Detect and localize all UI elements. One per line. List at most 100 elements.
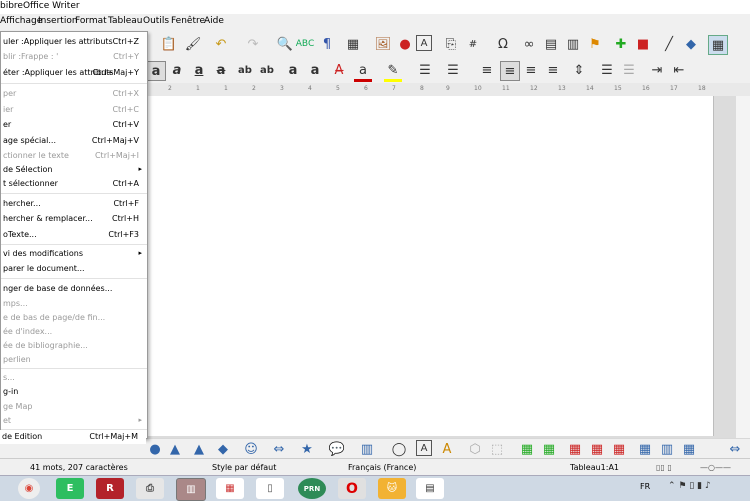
menu-item-edit-mode-row[interactable]: de Edition Ctrl+Maj+M bbox=[0, 430, 146, 444]
scanner-icon[interactable]: ⎙ bbox=[136, 478, 164, 499]
table-insert-cols-icon[interactable]: ▦ bbox=[540, 440, 558, 458]
decrease-paragraph-spacing-icon[interactable]: ☰ bbox=[620, 61, 638, 79]
font-color-icon[interactable]: a bbox=[354, 61, 372, 82]
subscript-icon[interactable]: ab bbox=[258, 61, 276, 79]
menu-item-autotext[interactable]: oTexte... Ctrl+F3 bbox=[1, 227, 147, 242]
menu-item-find-replace[interactable]: hercher & remplacer... Ctrl+H bbox=[1, 211, 147, 226]
system-tray-icon[interactable]: ⌃ ⚑ ▯ ▮ ♪ bbox=[668, 481, 711, 491]
menu-item-footnote[interactable]: e de bas de page/de fin... bbox=[1, 310, 147, 325]
clone-format-icon[interactable]: 🖌 bbox=[184, 35, 202, 53]
menu-item-select-all[interactable]: t sélectionner Ctrl+A bbox=[1, 176, 147, 191]
diamond-icon[interactable]: ◆ bbox=[214, 440, 232, 458]
menu-item-track-changes[interactable]: vi des modifications ▸ bbox=[1, 246, 147, 261]
insert-table-icon[interactable]: ▦ bbox=[344, 35, 362, 53]
smiley-icon[interactable]: ☺ bbox=[242, 440, 260, 458]
basic-shapes-icon[interactable]: ◆ bbox=[682, 35, 700, 53]
menu-item-plugin[interactable]: g-in bbox=[1, 384, 147, 399]
menu-outils[interactable]: Outils bbox=[143, 16, 169, 26]
writer-taskbar-icon[interactable]: ▤ bbox=[416, 478, 444, 499]
menu-item-object[interactable]: et ▸ bbox=[1, 413, 147, 428]
bullet-list-icon[interactable]: ☰ bbox=[416, 61, 434, 79]
table-properties-icon[interactable]: ⇔ bbox=[726, 440, 744, 458]
fontwork-icon[interactable]: A bbox=[438, 440, 456, 458]
arrow-shapes-icon[interactable]: ⇔ bbox=[270, 440, 288, 458]
input-language[interactable]: FR bbox=[640, 482, 650, 491]
align-left-icon[interactable]: ≡ bbox=[478, 61, 496, 79]
align-right-icon[interactable]: ≡ bbox=[522, 61, 540, 79]
insert-hyperlink-icon[interactable]: ∞ bbox=[520, 35, 538, 53]
bold-icon[interactable]: a bbox=[146, 61, 166, 81]
track-changes-icon[interactable]: ■ bbox=[634, 35, 652, 53]
grid-app-icon[interactable]: ▦ bbox=[216, 478, 244, 499]
flowchart-icon[interactable]: ▥ bbox=[358, 440, 376, 458]
menu-item-exchange-database[interactable]: nger de base de données... bbox=[1, 281, 147, 296]
menu-aide[interactable]: Aide bbox=[204, 16, 224, 26]
menu-item-copy[interactable]: ier Ctrl+C bbox=[1, 102, 147, 117]
callout-icon[interactable]: 💬 bbox=[328, 440, 346, 458]
points-icon[interactable]: ⬡ bbox=[466, 440, 484, 458]
star-icon[interactable]: ★ bbox=[298, 440, 316, 458]
underline-icon[interactable]: a bbox=[190, 61, 208, 79]
table-delete-rows-icon[interactable]: ▦ bbox=[566, 440, 584, 458]
menu-insertion[interactable]: Insertion bbox=[38, 16, 78, 26]
menu-item-paste-special[interactable]: age spécial... Ctrl+Maj+V bbox=[1, 133, 147, 148]
menu-item-index-entry[interactable]: ée d'index... bbox=[1, 324, 147, 339]
table-split-icon[interactable]: ▥ bbox=[658, 440, 676, 458]
insert-field-icon[interactable]: # bbox=[464, 35, 482, 53]
prn-icon[interactable]: PRN bbox=[298, 478, 326, 499]
numbered-list-icon[interactable]: ☰ bbox=[444, 61, 462, 79]
evernote-icon[interactable]: E bbox=[56, 478, 84, 499]
formatting-marks-icon[interactable]: ¶ bbox=[318, 35, 336, 53]
zoom-slider[interactable]: —○—— bbox=[700, 463, 731, 472]
increase-paragraph-spacing-icon[interactable]: ☰ bbox=[598, 61, 616, 79]
insert-endnote-icon[interactable]: ▥ bbox=[564, 35, 582, 53]
menu-item-fields[interactable]: mps... bbox=[1, 296, 147, 311]
menu-fenetre[interactable]: Fenêtre bbox=[171, 16, 205, 26]
opera-icon[interactable]: O bbox=[338, 478, 366, 499]
vertical-scrollbar[interactable] bbox=[736, 96, 750, 438]
insert-footnote-icon[interactable]: ▤ bbox=[542, 35, 560, 53]
menu-item-restore[interactable]: blir :Frappe : ' Ctrl+Y bbox=[1, 49, 147, 64]
shape-icon[interactable]: ▲ bbox=[190, 440, 208, 458]
menu-item-selection-mode[interactable]: de Sélection ▸ bbox=[1, 162, 147, 177]
insert-textbox-icon[interactable]: A bbox=[416, 35, 432, 51]
paste-icon[interactable]: 📋 bbox=[160, 35, 178, 53]
r-app-icon[interactable]: R bbox=[96, 478, 124, 499]
spelling-icon[interactable]: ABC bbox=[296, 35, 314, 53]
table-merge-icon[interactable]: ▦ bbox=[636, 440, 654, 458]
shadow-icon[interactable]: a bbox=[284, 61, 302, 79]
outline-icon[interactable]: a bbox=[306, 61, 324, 79]
page-style[interactable]: Style par défaut bbox=[212, 463, 276, 472]
draw-textbox-icon[interactable]: A bbox=[416, 440, 432, 456]
undo-icon[interactable]: ↶ bbox=[212, 35, 230, 53]
clear-formatting-icon[interactable]: A̶ bbox=[330, 61, 348, 79]
language-status[interactable]: Français (France) bbox=[348, 463, 416, 472]
table-insert-rows-icon[interactable]: ▦ bbox=[518, 440, 536, 458]
menu-affichage[interactable]: Affichage bbox=[0, 16, 42, 26]
insert-image-icon[interactable]: 🖼 bbox=[374, 35, 392, 53]
special-character-icon[interactable]: Ω bbox=[494, 35, 512, 53]
italic-icon[interactable]: a bbox=[168, 61, 186, 79]
highlight-icon[interactable]: ✎ bbox=[384, 61, 402, 82]
menu-item-links[interactable]: s... bbox=[1, 370, 147, 385]
table-optimize-icon[interactable]: ▦ bbox=[680, 440, 698, 458]
menu-item-bibliography-entry[interactable]: ée de bibliographie... bbox=[1, 338, 147, 353]
justify-icon[interactable]: ≡ bbox=[544, 61, 562, 79]
triangle-icon[interactable]: ▲ bbox=[166, 440, 184, 458]
insert-page-break-icon[interactable]: ⎘ bbox=[442, 35, 460, 53]
menu-item-find[interactable]: hercher... Ctrl+F bbox=[1, 196, 147, 211]
ellipse-icon[interactable]: ● bbox=[146, 440, 164, 458]
chrome-icon[interactable]: ◉ bbox=[18, 478, 40, 499]
table-delete-icon[interactable]: ▦ bbox=[610, 440, 628, 458]
toggle-view-icon[interactable]: ▦ bbox=[708, 35, 728, 55]
view-layout-icon[interactable]: ▯▯ ▯ bbox=[656, 463, 672, 472]
menu-item-repeat[interactable]: éter :Appliquer les attributs Ctrl+Maj+Y bbox=[1, 65, 147, 80]
menu-item-paste[interactable]: er Ctrl+V bbox=[1, 117, 147, 132]
insert-line-icon[interactable]: ╱ bbox=[660, 35, 678, 53]
decrease-indent-icon[interactable]: ⇤ bbox=[670, 61, 688, 79]
glue-points-icon[interactable]: ⬚ bbox=[488, 440, 506, 458]
menu-tableau[interactable]: Tableau bbox=[108, 16, 143, 26]
garfield-icon[interactable]: 🐱 bbox=[378, 478, 406, 499]
insert-chart-icon[interactable]: ● bbox=[396, 35, 414, 53]
comment-shape-icon[interactable]: ◯ bbox=[390, 440, 408, 458]
